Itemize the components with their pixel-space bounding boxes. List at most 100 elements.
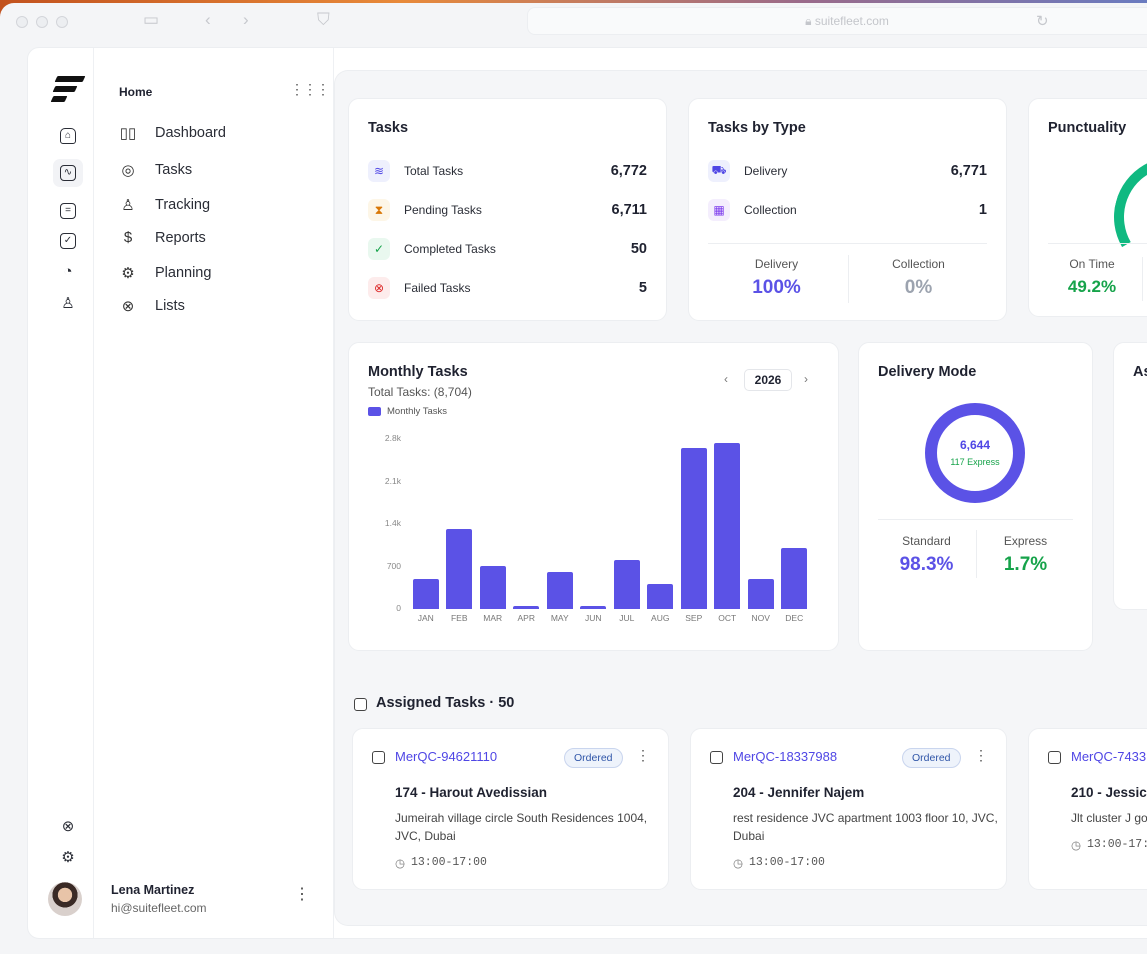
dollar-doc-icon: $ <box>123 229 133 246</box>
bar-jan[interactable] <box>412 578 439 609</box>
bar-dec[interactable] <box>781 547 808 609</box>
sidebar-item-label: Tasks <box>155 162 193 178</box>
divider <box>1142 257 1143 301</box>
x-tick-label: MAR <box>483 613 503 623</box>
total-tasks-row[interactable]: ≋ Total Tasks 6,772 <box>368 160 647 182</box>
x-circle-icon: ⊗ <box>368 277 390 299</box>
pie-chart-icon[interactable]: ◔ <box>58 261 78 281</box>
partial-card: As <box>1113 342 1147 610</box>
task-customer-name: 174 - Harout Avedissian <box>395 785 548 800</box>
sidebar-item-tracking[interactable]: ♙ Tracking <box>119 196 210 214</box>
sidebar-item-planning[interactable]: ⚙ Planning <box>119 264 211 282</box>
sidebar-item-label: Planning <box>155 265 212 281</box>
minimize-window-button[interactable] <box>36 16 48 28</box>
user-profile[interactable]: Lena Martinez hi@suitefleet.com <box>111 883 207 915</box>
maximize-window-button[interactable] <box>56 16 68 28</box>
task-checkbox[interactable] <box>1048 751 1061 764</box>
card-title: As <box>1133 364 1147 380</box>
task-checkbox[interactable] <box>372 751 385 764</box>
checklist-icon[interactable]: ✓ <box>58 231 78 251</box>
express-stat: Express 1.7% <box>978 534 1073 576</box>
row-value: 6,771 <box>950 163 987 179</box>
back-arrow-icon[interactable]: ‹ <box>205 11 211 29</box>
task-checkbox[interactable] <box>710 751 723 764</box>
support-icon[interactable]: ⊗ <box>58 816 78 836</box>
home-icon[interactable]: ⌂ <box>58 126 78 146</box>
divider <box>976 530 977 578</box>
settings-icon[interactable]: ⚙ <box>58 847 78 867</box>
apps-grid-icon[interactable]: ⋮⋮⋮ <box>290 81 330 98</box>
more-options-icon[interactable]: ⋮ <box>636 747 650 764</box>
stat-label: Standard <box>902 534 951 548</box>
analytics-icon[interactable]: ∿ <box>53 159 83 187</box>
clock-icon: ◷ <box>1071 840 1082 852</box>
reload-icon[interactable]: ↻ <box>1036 12 1049 30</box>
user-menu-icon[interactable]: ⋮ <box>294 884 310 904</box>
pending-tasks-row[interactable]: ⧗ Pending Tasks 6,711 <box>368 199 647 221</box>
delivery-stat: Delivery 100% <box>719 257 834 299</box>
url-text: suitefleet.com <box>814 14 889 28</box>
x-tick-label: SEP <box>685 613 703 623</box>
message-icon[interactable]: = <box>58 201 78 221</box>
task-address: Jlt cluster J go <box>1071 811 1147 825</box>
x-tick-label: JAN <box>417 613 434 623</box>
bar-may[interactable] <box>546 571 573 609</box>
card-title: Tasks <box>368 120 409 136</box>
monthly-bar-chart: 2.8k 2.1k 1.4k 700 0 JAN FEB MAR APR MAY JUN JUL AUG… <box>349 343 840 652</box>
row-value: 50 <box>630 241 647 257</box>
bar-aug[interactable] <box>647 584 674 609</box>
lock-icon: 🔒︎ <box>805 14 815 28</box>
window-controls <box>16 16 68 28</box>
task-id-link[interactable]: MerQC-18337988 <box>733 749 837 764</box>
more-options-icon[interactable]: ⋮ <box>974 747 988 764</box>
collection-type-row[interactable]: ▦ Collection 1 <box>708 199 987 221</box>
row-label: Delivery <box>744 164 788 178</box>
tasks-summary-card: Tasks ≋ Total Tasks 6,772 ⧗ Pending Task… <box>348 98 667 321</box>
x-tick-label: NOV <box>751 613 770 623</box>
task-customer-name: 204 - Jennifer Najem <box>733 785 865 800</box>
bar-oct[interactable] <box>714 442 741 609</box>
bar-sep[interactable] <box>680 447 707 609</box>
failed-tasks-row[interactable]: ⊗ Failed Tasks 5 <box>368 277 647 299</box>
avatar[interactable] <box>48 882 82 916</box>
address-bar[interactable]: 🔒︎ suitefleet.com ↻ <box>527 7 1147 35</box>
delivery-type-row[interactable]: ⛟ Delivery 6,771 <box>708 160 987 182</box>
browser-window: ▭ ‹ › ⛉ 🔒︎ suitefleet.com ↻ ⌂ ∿ = ✓ ◔ ♙ … <box>0 3 1147 954</box>
bar-apr[interactable] <box>513 605 540 609</box>
person-icon[interactable]: ♙ <box>58 293 78 313</box>
divider <box>708 243 987 244</box>
sidebar-toggle-icon[interactable]: ▭ <box>143 11 159 29</box>
task-address: rest residence JVC apartment 1003 floor … <box>733 811 998 843</box>
bar-jun[interactable] <box>580 605 607 609</box>
task-card[interactable]: MerQC-94621110 Ordered ⋮ 174 - Harout Av… <box>352 728 669 890</box>
row-label: Collection <box>744 203 797 217</box>
sidebar-item-tasks[interactable]: ◎ Tasks <box>119 161 192 179</box>
tasks-by-type-card: Tasks by Type ⛟ Delivery 6,771 ▦ Collect… <box>688 98 1007 321</box>
task-id-link[interactable]: MerQC-94621110 <box>395 749 497 764</box>
bar-feb[interactable] <box>446 528 473 609</box>
select-all-checkbox[interactable] <box>354 698 367 711</box>
close-window-button[interactable] <box>16 16 28 28</box>
sidebar-item-dashboard[interactable]: ▯▯ Dashboard <box>119 124 226 142</box>
completed-tasks-row[interactable]: ✓ Completed Tasks 50 <box>368 238 647 260</box>
forward-arrow-icon[interactable]: › <box>243 11 249 29</box>
bar-jul[interactable] <box>613 559 640 609</box>
task-card[interactable]: MerQC-7433 210 - Jessic Jlt cluster J go… <box>1028 728 1147 890</box>
suitefleet-logo[interactable] <box>50 76 86 106</box>
task-address: Jumeirah village circle South Residences… <box>395 811 648 843</box>
bar-mar[interactable] <box>479 565 506 609</box>
task-id-link[interactable]: MerQC-7433 <box>1071 749 1146 764</box>
row-label: Total Tasks <box>404 164 464 178</box>
bar-nov[interactable] <box>747 578 774 609</box>
card-title: Punctuality <box>1048 120 1127 136</box>
sidebar: Home ⋮⋮⋮ ▯▯ Dashboard ◎ Tasks ♙ Tracking $ R… <box>94 48 334 938</box>
shield-icon[interactable]: ⛉ <box>317 11 330 29</box>
stat-label: On Time <box>1069 257 1115 271</box>
stat-label: Collection <box>892 257 945 271</box>
sidebar-item-reports[interactable]: $ Reports <box>119 229 206 246</box>
sidebar-item-lists[interactable]: ⊗ Lists <box>119 297 185 315</box>
donut-express: 117 Express <box>950 457 1000 467</box>
task-card[interactable]: MerQC-18337988 Ordered ⋮ 204 - Jennifer … <box>690 728 1007 890</box>
grid-icon: ▦ <box>708 199 730 221</box>
x-tick-label: APR <box>517 613 535 623</box>
